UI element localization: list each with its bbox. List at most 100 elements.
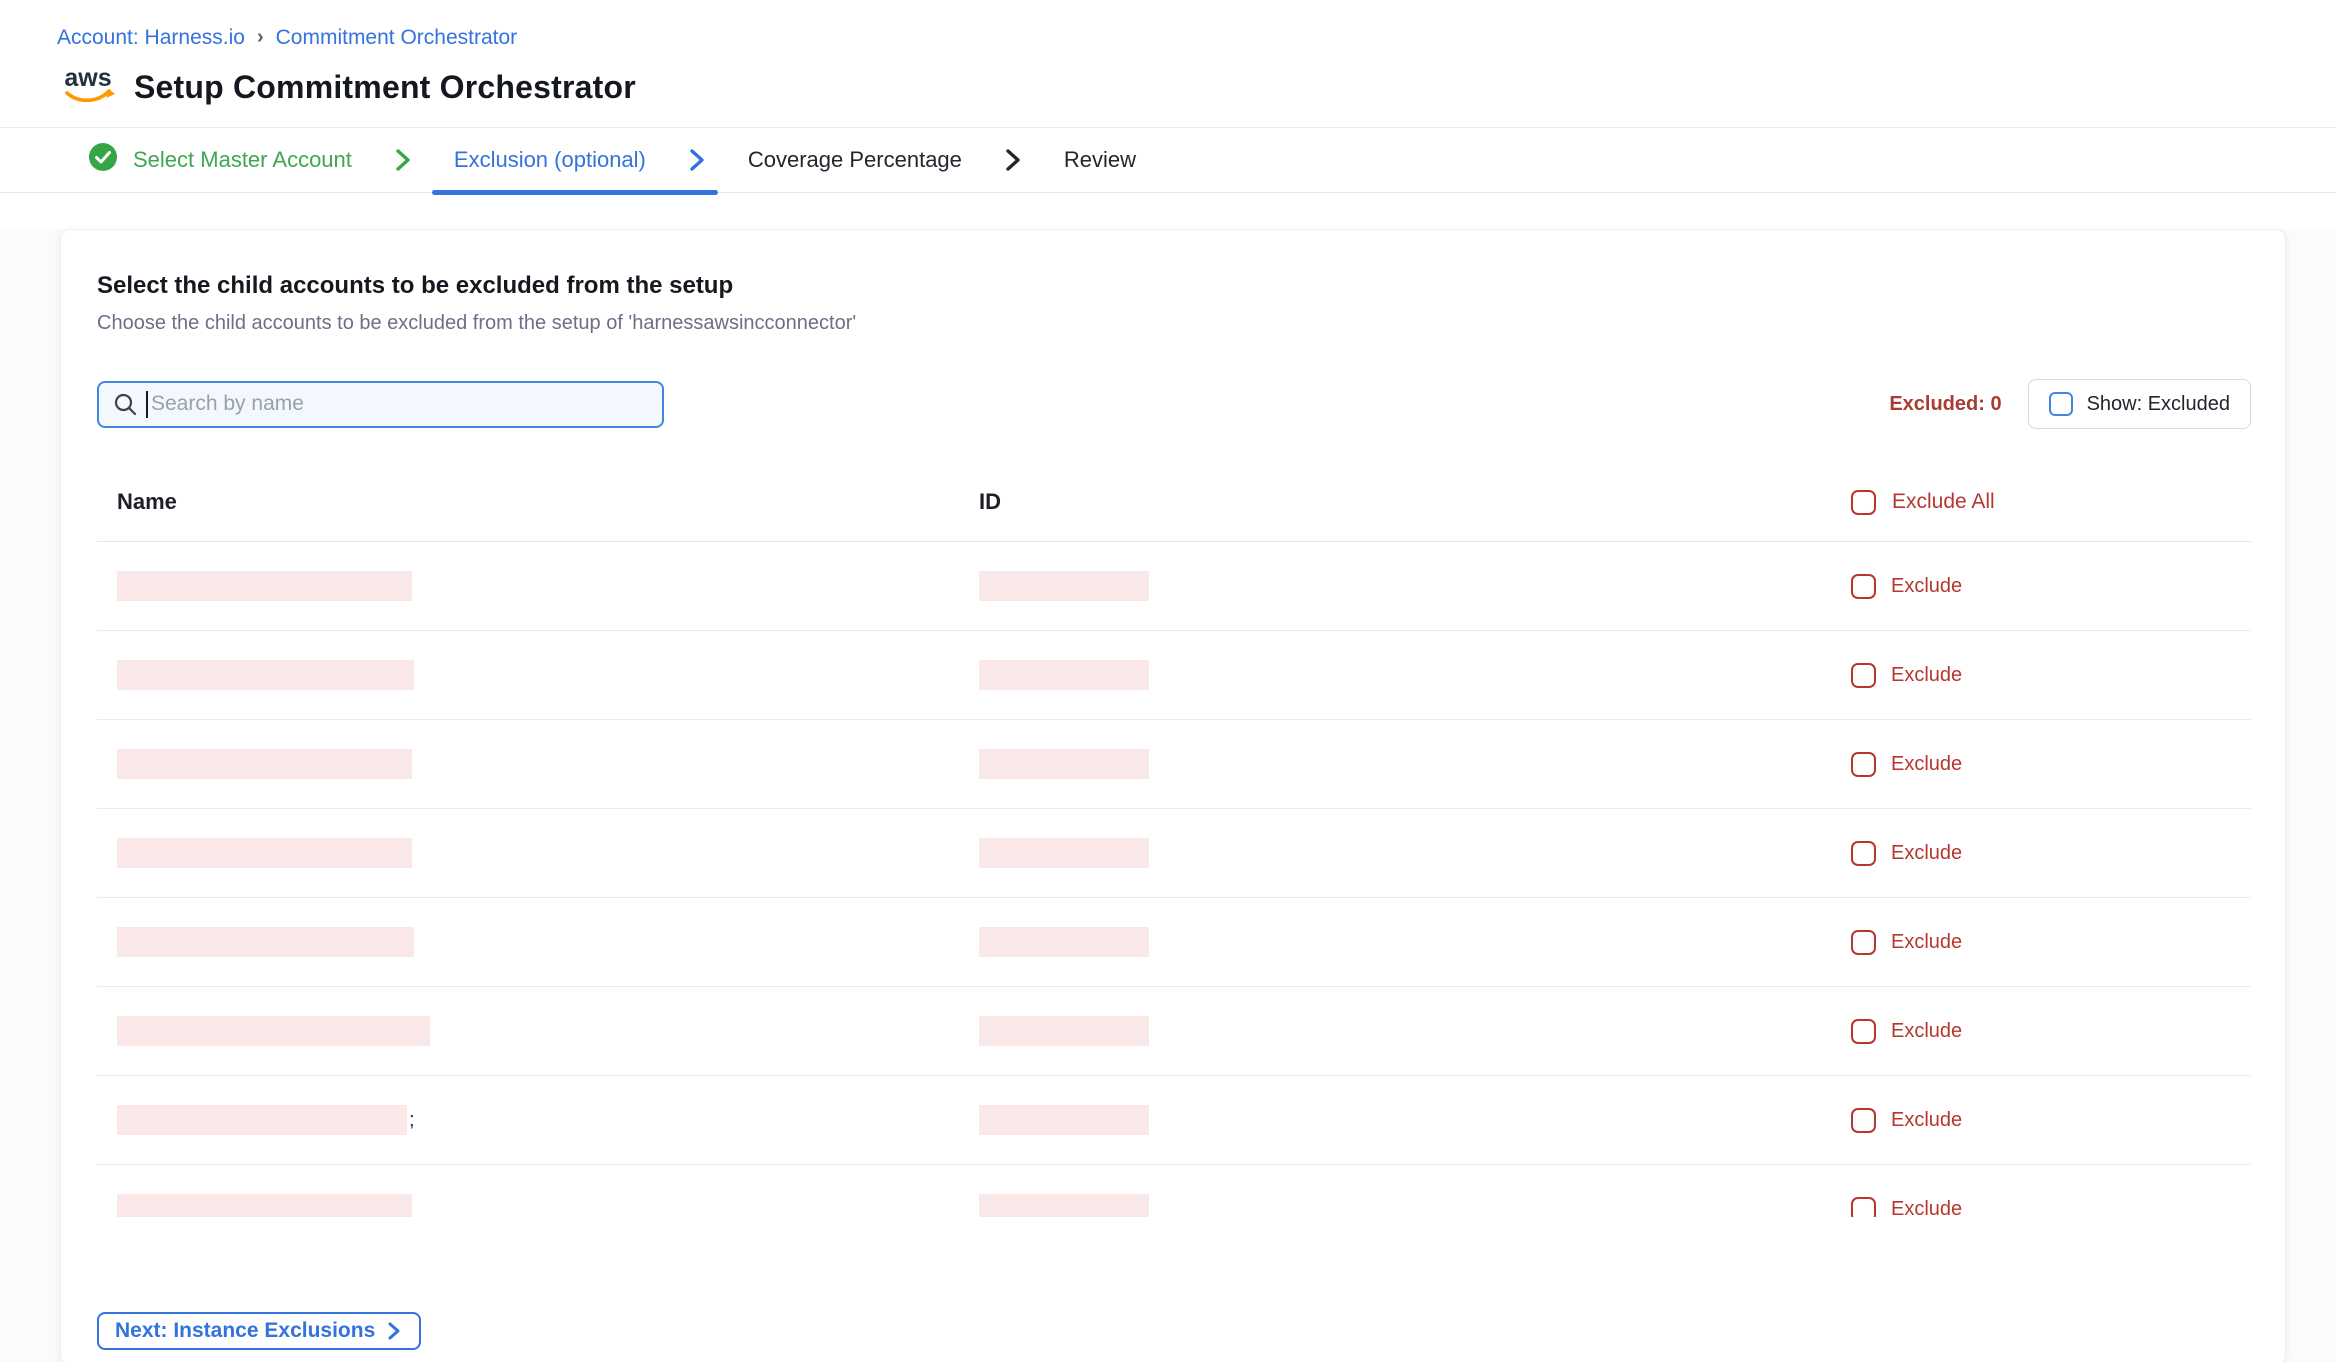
row-id-cell: [979, 1194, 1851, 1217]
table-header: Name ID Exclude All: [97, 489, 2251, 515]
breadcrumb-account-link[interactable]: Account: Harness.io: [57, 26, 245, 50]
breadcrumb-separator-icon: ›: [257, 26, 264, 49]
name-suffix: ;: [409, 1109, 415, 1132]
row-exclude-control[interactable]: Exclude: [1851, 1108, 2251, 1133]
table-row: Exclude: [97, 542, 2251, 631]
exclude-label: Exclude: [1891, 753, 1962, 776]
row-exclude-control[interactable]: Exclude: [1851, 1197, 2251, 1218]
next-instance-exclusions-button[interactable]: Next: Instance Exclusions: [97, 1312, 421, 1350]
row-name-cell: [117, 1194, 979, 1217]
exclude-checkbox[interactable]: [1851, 574, 1876, 599]
redacted-id-bar: [979, 838, 1149, 868]
svg-text:aws: aws: [64, 64, 111, 92]
row-exclude-control[interactable]: Exclude: [1851, 930, 2251, 955]
step-review[interactable]: Review: [1064, 147, 1136, 173]
exclude-checkbox[interactable]: [1851, 752, 1876, 777]
exclude-label: Exclude: [1891, 931, 1962, 954]
breadcrumb: Account: Harness.io › Commitment Orchest…: [0, 0, 2336, 50]
name-column-header: Name: [117, 489, 979, 515]
chevron-right-icon: [385, 1321, 403, 1341]
exclude-checkbox[interactable]: [1851, 663, 1876, 688]
exclude-label: Exclude: [1891, 1020, 1962, 1043]
row-name-cell: [117, 749, 979, 779]
row-name-cell: [117, 927, 979, 957]
redacted-id-bar: [979, 1194, 1149, 1217]
show-excluded-checkbox[interactable]: [2049, 392, 2073, 416]
active-step-underline: [432, 190, 718, 195]
redacted-id-bar: [979, 927, 1149, 957]
step-exclusion-optional[interactable]: Exclusion (optional): [454, 147, 646, 173]
row-id-cell: [979, 660, 1851, 690]
exclude-all-control[interactable]: Exclude All: [1851, 490, 2251, 515]
redacted-name-bar: [117, 1194, 412, 1217]
chevron-right-icon: [1002, 147, 1024, 173]
exclusion-panel: Select the child accounts to be excluded…: [60, 229, 2286, 1362]
row-exclude-control[interactable]: Exclude: [1851, 1019, 2251, 1044]
exclude-checkbox[interactable]: [1851, 930, 1876, 955]
text-cursor: [146, 391, 148, 418]
table-row: Exclude: [97, 1165, 2251, 1217]
table-row: Exclude: [97, 809, 2251, 898]
chevron-right-icon: [686, 147, 708, 173]
exclude-label: Exclude: [1891, 842, 1962, 865]
row-id-cell: [979, 749, 1851, 779]
exclude-all-checkbox[interactable]: [1851, 490, 1876, 515]
redacted-name-bar: [117, 660, 414, 690]
redacted-name-bar: [117, 749, 412, 779]
redacted-name-bar: [117, 838, 412, 868]
check-circle-icon: [88, 142, 118, 178]
row-exclude-control[interactable]: Exclude: [1851, 663, 2251, 688]
redacted-id-bar: [979, 1016, 1149, 1046]
panel-subheading: Choose the child accounts to be excluded…: [97, 312, 2251, 335]
table-row: Exclude: [97, 898, 2251, 987]
table-row: Exclude: [97, 631, 2251, 720]
table-body[interactable]: Exclude Exclude Exclude: [97, 542, 2251, 1217]
row-id-cell: [979, 838, 1851, 868]
table-row: ; Exclude: [97, 1076, 2251, 1165]
show-excluded-toggle[interactable]: Show: Excluded: [2028, 379, 2251, 429]
step-select-master-account[interactable]: Select Master Account: [88, 142, 352, 178]
redacted-name-bar: [117, 571, 412, 601]
id-column-header: ID: [979, 489, 1851, 515]
exclude-checkbox[interactable]: [1851, 1108, 1876, 1133]
redacted-name-bar: [117, 927, 414, 957]
aws-logo-icon: aws: [60, 62, 116, 113]
page-title: Setup Commitment Orchestrator: [134, 69, 636, 106]
content-background: Select the child accounts to be excluded…: [0, 229, 2336, 1362]
chevron-right-icon: [392, 147, 414, 173]
wizard-stepper: Select Master Account Exclusion (optiona…: [0, 128, 2336, 193]
redacted-id-bar: [979, 749, 1149, 779]
excluded-counter: Excluded: 0: [1889, 393, 2001, 416]
search-icon: [113, 392, 138, 417]
breadcrumb-page-link[interactable]: Commitment Orchestrator: [276, 26, 518, 50]
step-coverage-percentage[interactable]: Coverage Percentage: [748, 147, 962, 173]
row-id-cell: [979, 927, 1851, 957]
row-name-cell: [117, 838, 979, 868]
redacted-name-bar: [117, 1016, 430, 1046]
exclude-label: Exclude: [1891, 1109, 1962, 1132]
exclude-checkbox[interactable]: [1851, 1019, 1876, 1044]
page-header: Account: Harness.io › Commitment Orchest…: [0, 0, 2336, 193]
exclude-label: Exclude: [1891, 664, 1962, 687]
exclude-checkbox[interactable]: [1851, 841, 1876, 866]
show-excluded-label: Show: Excluded: [2087, 393, 2230, 416]
exclude-label: Exclude: [1891, 1198, 1962, 1218]
exclude-checkbox[interactable]: [1851, 1197, 1876, 1218]
search-box: [97, 381, 664, 428]
panel-heading: Select the child accounts to be excluded…: [97, 272, 2251, 300]
exclude-all-label: Exclude All: [1892, 490, 1995, 514]
row-name-cell: [117, 1016, 979, 1046]
table-row: Exclude: [97, 720, 2251, 809]
row-exclude-control[interactable]: Exclude: [1851, 574, 2251, 599]
row-id-cell: [979, 1016, 1851, 1046]
redacted-id-bar: [979, 660, 1149, 690]
row-name-cell: [117, 571, 979, 601]
search-input[interactable]: [97, 381, 664, 428]
row-exclude-control[interactable]: Exclude: [1851, 752, 2251, 777]
table-row: Exclude: [97, 987, 2251, 1076]
row-exclude-control[interactable]: Exclude: [1851, 841, 2251, 866]
row-id-cell: [979, 1105, 1851, 1135]
row-id-cell: [979, 571, 1851, 601]
redacted-id-bar: [979, 571, 1149, 601]
exclude-label: Exclude: [1891, 575, 1962, 598]
